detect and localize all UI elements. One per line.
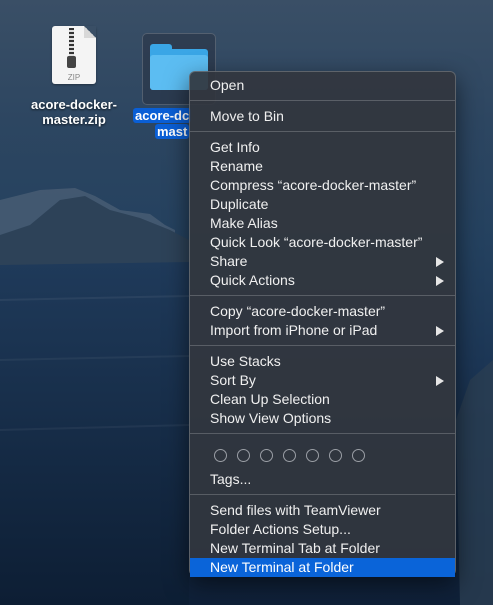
tag-color-circle-icon[interactable]: [260, 448, 273, 462]
zip-type-tag: ZIP: [67, 73, 81, 82]
folder-label-line2[interactable]: mast: [155, 124, 190, 139]
menu-separator: [190, 100, 455, 101]
menu-item-sort-by[interactable]: Sort By: [190, 371, 455, 390]
menu-item-new-terminal-at-folder[interactable]: New Terminal at Folder: [190, 558, 455, 577]
menu-item-label: Quick Actions: [210, 272, 295, 288]
menu-item-label: Rename: [210, 158, 263, 174]
submenu-arrow-icon: [436, 326, 444, 336]
menu-item-import-from-iphone-or-ipad[interactable]: Import from iPhone or iPad: [190, 321, 455, 340]
menu-item-label: Sort By: [210, 372, 256, 388]
menu-item-folder-actions-setup[interactable]: Folder Actions Setup...: [190, 520, 455, 539]
tag-color-circle-icon[interactable]: [352, 448, 365, 462]
menu-separator: [190, 131, 455, 132]
menu-item-label: Folder Actions Setup...: [210, 521, 351, 537]
menu-item-label: Open: [210, 77, 245, 93]
menu-item-label: New Terminal at Folder: [210, 559, 354, 575]
menu-item-make-alias[interactable]: Make Alias: [190, 214, 455, 233]
zip-archive-icon: ZIP: [52, 26, 96, 84]
menu-item-duplicate[interactable]: Duplicate: [190, 195, 455, 214]
tag-color-circle-icon[interactable]: [306, 448, 319, 462]
menu-item-label: Show View Options: [210, 410, 332, 426]
menu-item-label: Copy “acore-docker-master”: [210, 303, 386, 319]
menu-item-open[interactable]: Open: [190, 76, 455, 95]
menu-item-label: Duplicate: [210, 196, 269, 212]
zip-label: acore-docker- master.zip: [22, 97, 126, 127]
menu-item-label: Send files with TeamViewer: [210, 502, 381, 518]
submenu-arrow-icon: [436, 376, 444, 386]
menu-item-quick-actions[interactable]: Quick Actions: [190, 271, 455, 290]
menu-separator: [190, 433, 455, 434]
menu-item-use-stacks[interactable]: Use Stacks: [190, 352, 455, 371]
menu-item-label: Quick Look “acore-docker-master”: [210, 234, 423, 250]
menu-item-label: New Terminal Tab at Folder: [210, 540, 380, 556]
context-menu: Open Move to Bin Get Info Rename Compress “a…: [189, 71, 456, 577]
menu-item-label: Move to Bin: [210, 108, 284, 124]
menu-separator: [190, 494, 455, 495]
menu-item-rename[interactable]: Rename: [190, 157, 455, 176]
tag-color-circle-icon[interactable]: [237, 448, 250, 462]
menu-item-label: Import from iPhone or iPad: [210, 322, 378, 338]
desktop-item-zip[interactable]: ZIP acore-docker- master.zip: [22, 26, 126, 127]
menu-item-new-terminal-tab-at-folder[interactable]: New Terminal Tab at Folder: [190, 539, 455, 558]
tag-color-circle-icon[interactable]: [329, 448, 342, 462]
menu-item-label: Make Alias: [210, 215, 278, 231]
zip-label-line1: acore-docker-: [31, 97, 117, 112]
menu-item-move-to-bin[interactable]: Move to Bin: [190, 107, 455, 126]
menu-item-label: Clean Up Selection: [210, 391, 330, 407]
menu-separator: [190, 345, 455, 346]
menu-item-send-files-with-teamviewer[interactable]: Send files with TeamViewer: [190, 501, 455, 520]
zip-label-line2: master.zip: [42, 112, 106, 127]
menu-item-label: Get Info: [210, 139, 260, 155]
menu-separator: [190, 295, 455, 296]
menu-item-label: Share: [210, 253, 248, 269]
tag-color-row: [190, 440, 455, 470]
menu-item-get-info[interactable]: Get Info: [190, 138, 455, 157]
submenu-arrow-icon: [436, 257, 444, 267]
menu-item-label: Use Stacks: [210, 353, 281, 369]
zipper-pull-graphic: [67, 56, 76, 68]
menu-item-show-view-options[interactable]: Show View Options: [190, 409, 455, 428]
folder-label-line1[interactable]: acore-dc: [133, 108, 192, 123]
menu-item-copy-acore-docker-master[interactable]: Copy “acore-docker-master”: [190, 302, 455, 321]
tag-color-circle-icon[interactable]: [214, 448, 227, 462]
menu-item-share[interactable]: Share: [190, 252, 455, 271]
menu-item-label: Compress “acore-docker-master”: [210, 177, 417, 193]
submenu-arrow-icon: [436, 276, 444, 286]
menu-item-compress-acore-docker-master[interactable]: Compress “acore-docker-master”: [190, 176, 455, 195]
menu-item-clean-up-selection[interactable]: Clean Up Selection: [190, 390, 455, 409]
menu-item-tags[interactable]: Tags...: [190, 470, 455, 489]
menu-item-quick-look-acore-docker-master[interactable]: Quick Look “acore-docker-master”: [190, 233, 455, 252]
desktop[interactable]: ZIP acore-docker- master.zip acore-dc ma…: [0, 0, 493, 605]
tag-color-circle-icon[interactable]: [283, 448, 296, 462]
